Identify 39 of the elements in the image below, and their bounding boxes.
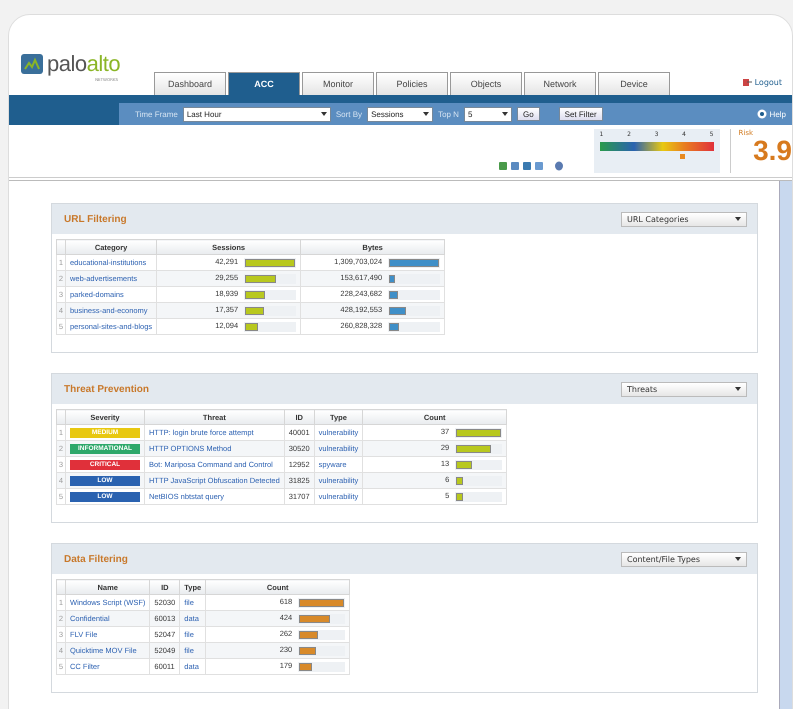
set-filter-button[interactable]: Set Filter	[558, 107, 603, 121]
panel-select[interactable]: Threats	[621, 382, 747, 396]
logo-icon	[21, 54, 43, 74]
brand-name: paloalto	[47, 51, 120, 77]
panel-select[interactable]: Content/File Types	[621, 552, 747, 566]
toolbar-icon[interactable]	[498, 161, 508, 171]
panel-select[interactable]: URL Categories	[621, 212, 747, 226]
nav-tab[interactable]: Device	[598, 72, 670, 95]
nav-tab[interactable]: ACC	[228, 72, 300, 95]
go-button[interactable]: Go	[516, 107, 540, 121]
toolbar-icon[interactable]	[534, 161, 544, 171]
top-select[interactable]: 5	[464, 106, 512, 122]
nav-tab[interactable]: Policies	[376, 72, 448, 95]
nav-tab[interactable]: Network	[524, 72, 596, 95]
toolbar-icon[interactable]	[510, 161, 520, 171]
caret-icon	[735, 217, 741, 221]
caret-icon	[320, 112, 327, 116]
caret-icon	[423, 112, 430, 116]
nav-tab[interactable]: Objects	[450, 72, 522, 95]
panel-title: Threat Prevention	[64, 384, 150, 394]
logout-icon	[742, 78, 752, 87]
field-label: Time Frame	[135, 110, 178, 118]
caret-icon	[502, 112, 508, 116]
time-frame-select[interactable]: Last Hour	[182, 106, 331, 122]
toolbar-icon[interactable]	[522, 161, 532, 171]
caret-icon	[735, 557, 741, 561]
caret-icon	[735, 387, 741, 391]
logout-link[interactable]: Logout	[742, 78, 782, 87]
help-icon	[756, 109, 767, 119]
field-label: Sort By	[336, 110, 362, 118]
nav-tab[interactable]: Monitor	[302, 72, 374, 95]
panel-title: URL Filtering	[64, 214, 127, 224]
field-label: Top N	[438, 110, 459, 118]
risk-score: 3.9	[753, 135, 792, 167]
scrollbar[interactable]	[779, 181, 792, 709]
help-link[interactable]: Help	[756, 109, 786, 119]
sort-by-select[interactable]: Sessions	[367, 106, 434, 122]
panel-title: Data Filtering	[64, 554, 128, 564]
nav-tab[interactable]: Dashboard	[154, 72, 226, 95]
